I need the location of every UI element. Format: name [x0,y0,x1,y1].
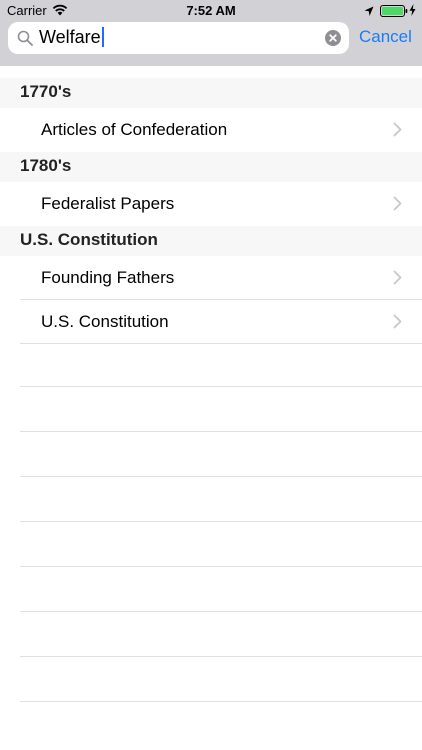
section-header: 1780's [0,152,422,182]
status-bar: Carrier 7:52 AM [0,0,422,22]
chevron-right-icon [393,196,402,216]
list-item-label: Federalist Papers [41,194,175,213]
search-query-text[interactable]: Welfare [39,27,104,48]
clear-icon[interactable] [325,30,341,51]
empty-rows [0,342,422,702]
empty-row-separator [0,387,422,432]
chevron-right-icon [393,314,402,334]
search-input[interactable]: Welfare [8,22,349,54]
empty-row-separator [0,657,422,702]
chevron-right-icon [393,122,402,142]
results-list: 1770's Articles of Confederation 1780's … [0,78,422,344]
status-time: 7:52 AM [186,3,236,18]
section-header: U.S. Constitution [0,226,422,256]
chevron-right-icon [393,270,402,290]
text-cursor [101,27,104,47]
list-item[interactable]: U.S. Constitution [0,300,422,344]
list-item[interactable]: Federalist Papers [0,182,422,226]
empty-row-separator [0,342,422,387]
list-item-label: Founding Fathers [41,268,175,287]
list-item-label: Articles of Confederation [41,120,228,139]
charging-bolt-icon [409,4,416,19]
list-item[interactable]: Articles of Confederation [0,108,422,152]
empty-row-separator [0,477,422,522]
empty-row-separator [0,432,422,477]
location-arrow-icon [364,5,374,20]
search-bar: Welfare Cancel [0,22,422,66]
cancel-button[interactable]: Cancel [359,27,412,47]
list-item[interactable]: Founding Fathers [0,256,422,300]
empty-row-separator [0,522,422,567]
section-header: 1770's [0,78,422,108]
search-icon [17,30,33,51]
empty-row-separator [0,567,422,612]
list-item-label: U.S. Constitution [41,312,169,331]
battery-icon [380,5,408,20]
empty-row-separator [0,612,422,657]
